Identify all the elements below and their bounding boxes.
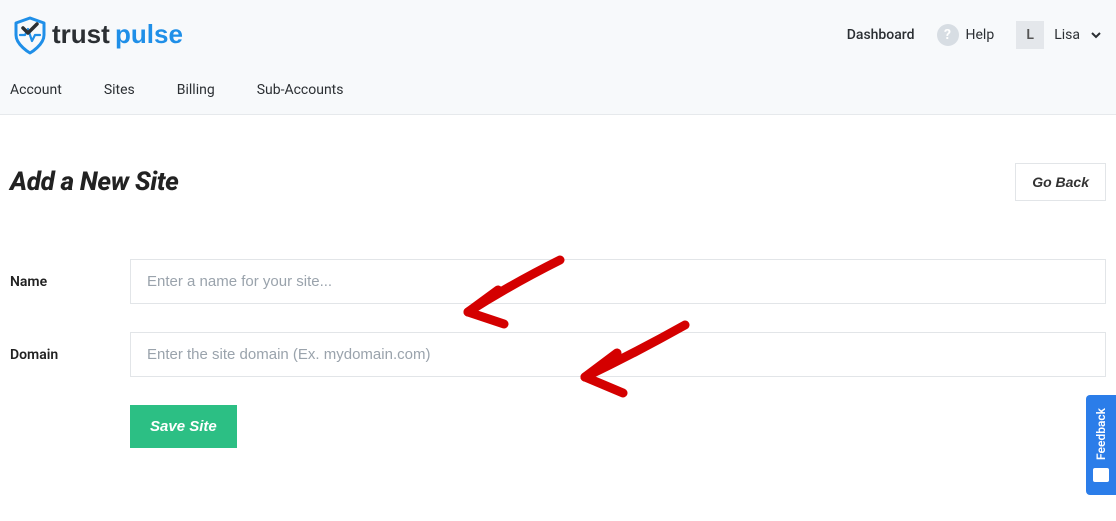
page-head: Add a New Site Go Back	[10, 163, 1106, 201]
feedback-tab[interactable]: Feedback	[1086, 395, 1116, 495]
help-icon: ?	[937, 24, 959, 46]
go-back-button[interactable]: Go Back	[1015, 163, 1106, 201]
form: Name Domain Save Site	[10, 259, 1106, 448]
trustpulse-logo-icon: trust pulse	[10, 13, 200, 57]
dashboard-link[interactable]: Dashboard	[847, 27, 915, 43]
domain-input[interactable]	[130, 332, 1106, 377]
tabs: Account Sites Billing Sub-Accounts	[0, 70, 1116, 114]
form-row-domain: Domain	[10, 332, 1106, 377]
name-input[interactable]	[130, 259, 1106, 304]
content: Add a New Site Go Back Name Domain Save …	[0, 115, 1116, 448]
logo[interactable]: trust pulse	[10, 13, 847, 57]
chat-icon	[1093, 468, 1109, 482]
logo-text-pulse: pulse	[115, 19, 183, 49]
avatar: L	[1016, 21, 1044, 49]
topbar-row: trust pulse Dashboard ? Help L Lisa	[0, 0, 1116, 70]
topbar: trust pulse Dashboard ? Help L Lisa Acco…	[0, 0, 1116, 115]
tab-account[interactable]: Account	[10, 82, 62, 98]
actions: Save Site	[130, 405, 1106, 448]
tab-sites[interactable]: Sites	[104, 82, 135, 98]
help-link[interactable]: ? Help	[937, 24, 995, 46]
page-title: Add a New Site	[10, 167, 179, 197]
user-menu[interactable]: L Lisa	[1016, 21, 1102, 49]
chevron-down-icon	[1090, 29, 1102, 41]
form-row-name: Name	[10, 259, 1106, 304]
logo-text-trust: trust	[52, 19, 110, 49]
save-site-button[interactable]: Save Site	[130, 405, 237, 448]
user-name: Lisa	[1054, 27, 1080, 43]
tab-sub-accounts[interactable]: Sub-Accounts	[257, 82, 344, 98]
name-label: Name	[10, 274, 130, 290]
feedback-label: Feedback	[1094, 408, 1108, 460]
help-label: Help	[966, 27, 995, 43]
top-right: Dashboard ? Help L Lisa	[847, 21, 1102, 49]
domain-label: Domain	[10, 347, 130, 363]
tab-billing[interactable]: Billing	[177, 82, 215, 98]
